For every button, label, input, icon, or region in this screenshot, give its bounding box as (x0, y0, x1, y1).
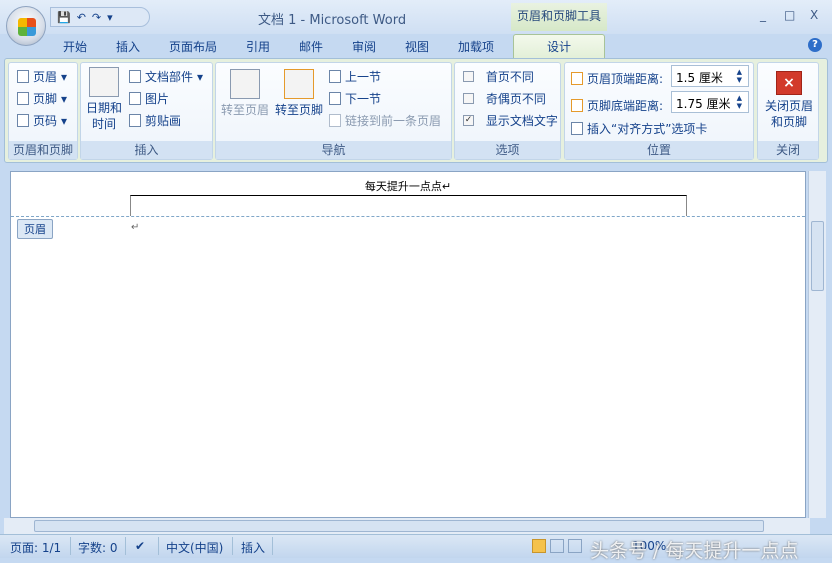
header-border (130, 195, 687, 216)
previous-section-button[interactable]: 上一节 (329, 68, 381, 85)
header-distance-icon (571, 72, 583, 85)
page-number-button[interactable]: 页码 ▾ (17, 112, 67, 129)
full-screen-reading-icon[interactable] (550, 539, 564, 553)
page-number-icon (17, 114, 29, 127)
clipart-icon (129, 114, 141, 127)
tab-home[interactable]: 开始 (63, 38, 87, 55)
goto-footer-button[interactable]: 转至页脚 (274, 69, 324, 118)
tab-design[interactable]: 设计 (513, 34, 605, 59)
scroll-thumb[interactable] (811, 221, 824, 291)
insert-mode[interactable]: 插入 (241, 539, 265, 556)
goto-header-button[interactable]: 转至页眉 (220, 69, 270, 118)
help-icon[interactable]: ? (808, 38, 822, 52)
spinner-arrows-icon[interactable]: ▲ ▼ (737, 68, 742, 84)
close-x-icon: × (776, 71, 802, 95)
header-tag: 页眉 (17, 219, 53, 239)
web-layout-icon[interactable] (568, 539, 582, 553)
office-logo-icon (18, 18, 36, 36)
insert-alignment-tab-button[interactable]: 插入“对齐方式”选项卡 (571, 120, 707, 137)
calendar-icon (89, 67, 119, 97)
checkbox-checked-icon: ✓ (463, 115, 474, 126)
header-text[interactable]: 每天提升一点点↵ (11, 178, 805, 194)
office-button[interactable] (6, 6, 46, 46)
tab-page-layout[interactable]: 页面布局 (169, 38, 217, 55)
group-position: 页眉顶端距离: 1.5 厘米 ▲ ▼ 页脚底端距离: 1.75 厘米 ▲ ▼ 插入“对齐… (564, 62, 754, 160)
header-top-spinner[interactable]: 1.5 厘米 ▲ ▼ (671, 65, 749, 87)
link-icon (329, 114, 341, 127)
ribbon: 页眉 ▾ 页脚 ▾ 页码 ▾ 页眉和页脚 日期和 时间 文档部件 ▾ 图片 剪贴画 插入… (4, 58, 828, 163)
picture-icon (129, 92, 141, 105)
tab-insert[interactable]: 插入 (116, 38, 140, 55)
horizontal-scrollbar[interactable] (4, 518, 810, 534)
tab-addins[interactable]: 加载项 (458, 38, 494, 55)
tab-mailings[interactable]: 邮件 (299, 38, 323, 55)
context-tab-label: 页眉和页脚工具 (511, 3, 607, 31)
date-time-button[interactable]: 日期和 时间 (84, 67, 124, 132)
tab-review[interactable]: 审阅 (352, 38, 376, 55)
link-to-previous-button[interactable]: 链接到前一条页眉 (329, 112, 441, 129)
group-label: 选项 (455, 141, 560, 159)
clipart-button[interactable]: 剪贴画 (129, 112, 181, 129)
quick-access-toolbar: 💾 ↶ ↷ ▾ (50, 7, 150, 27)
group-label: 导航 (216, 141, 451, 159)
header-separator (11, 216, 805, 217)
show-document-text-checkbox[interactable]: ✓ 显示文档文字 (463, 112, 558, 129)
print-layout-icon[interactable] (532, 539, 546, 553)
ribbon-tabs: 开始 插入 页面布局 引用 邮件 审阅 视图 加载项 设计 (0, 34, 832, 59)
document-page[interactable]: 每天提升一点点↵ 页眉 ↵ (10, 171, 806, 518)
group-insert: 日期和 时间 文档部件 ▾ 图片 剪贴画 插入 (80, 62, 213, 160)
next-section-button[interactable]: 下一节 (329, 90, 381, 107)
group-label: 页眉和页脚 (9, 141, 77, 159)
goto-footer-icon (284, 69, 314, 99)
language[interactable]: 中文(中国) (166, 539, 223, 556)
minimize-button[interactable]: _ (760, 8, 766, 22)
word-count[interactable]: 字数: 0 (78, 539, 118, 556)
next-section-icon (329, 92, 341, 105)
different-odd-even-checkbox[interactable]: 奇偶页不同 (463, 90, 546, 107)
group-navigation: 转至页眉 转至页脚 上一节 下一节 链接到前一条页眉 导航 (215, 62, 452, 160)
paragraph-mark: ↵ (131, 222, 140, 233)
maximize-button[interactable]: □ (784, 8, 795, 22)
quick-parts-button[interactable]: 文档部件 ▾ (129, 68, 203, 85)
page-count[interactable]: 页面: 1/1 (10, 539, 61, 556)
close-header-footer-button[interactable]: × 关闭页眉和页脚 (760, 71, 818, 130)
header-top-label: 页眉顶端距离: (571, 70, 663, 87)
picture-button[interactable]: 图片 (129, 90, 169, 107)
tab-view[interactable]: 视图 (405, 38, 429, 55)
watermark: 头条号 / 每天提升一点点 (590, 540, 799, 562)
horizontal-scroll-thumb[interactable] (34, 520, 764, 532)
different-first-page-checkbox[interactable]: 首页不同 (463, 68, 534, 85)
customize-qat-icon[interactable]: ▾ (107, 11, 113, 24)
title-bar: 💾 ↶ ↷ ▾ 文档 1 - Microsoft Word 页眉和页脚工具 _ … (0, 0, 832, 34)
goto-header-icon (230, 69, 260, 99)
spinner-arrows-icon[interactable]: ▲ ▼ (737, 94, 742, 110)
previous-section-icon (329, 70, 341, 83)
alignment-tab-icon (571, 122, 583, 135)
header-icon (17, 70, 29, 83)
save-icon[interactable]: 💾 (57, 11, 71, 24)
group-label: 插入 (81, 141, 212, 159)
footer-icon (17, 92, 29, 105)
footer-button[interactable]: 页脚 ▾ (17, 90, 67, 107)
checkbox-icon (463, 71, 474, 82)
tab-references[interactable]: 引用 (246, 38, 270, 55)
window-title: 文档 1 - Microsoft Word (258, 13, 407, 28)
close-button[interactable]: X (810, 8, 818, 22)
checkbox-icon (463, 93, 474, 104)
group-header-footer: 页眉 ▾ 页脚 ▾ 页码 ▾ 页眉和页脚 (8, 62, 78, 160)
group-close: × 关闭页眉和页脚 关闭 (757, 62, 819, 160)
status-bar: 页面: 1/1 字数: 0 ✔ 中文(中国) 插入 100% 头条号 / 每天提… (0, 534, 832, 562)
proofing-icon[interactable]: ✔ (135, 539, 145, 553)
vertical-scrollbar[interactable] (808, 171, 826, 518)
footer-bottom-spinner[interactable]: 1.75 厘米 ▲ ▼ (671, 91, 749, 113)
group-label: 位置 (565, 141, 753, 159)
group-label: 关闭 (758, 141, 818, 159)
footer-distance-icon (571, 99, 583, 112)
header-button[interactable]: 页眉 ▾ (17, 68, 67, 85)
footer-bottom-label: 页脚底端距离: (571, 97, 663, 114)
undo-icon[interactable]: ↶ (77, 11, 86, 24)
redo-icon[interactable]: ↷ (92, 11, 101, 24)
quick-parts-icon (129, 70, 141, 83)
group-options: 首页不同 奇偶页不同 ✓ 显示文档文字 选项 (454, 62, 561, 160)
